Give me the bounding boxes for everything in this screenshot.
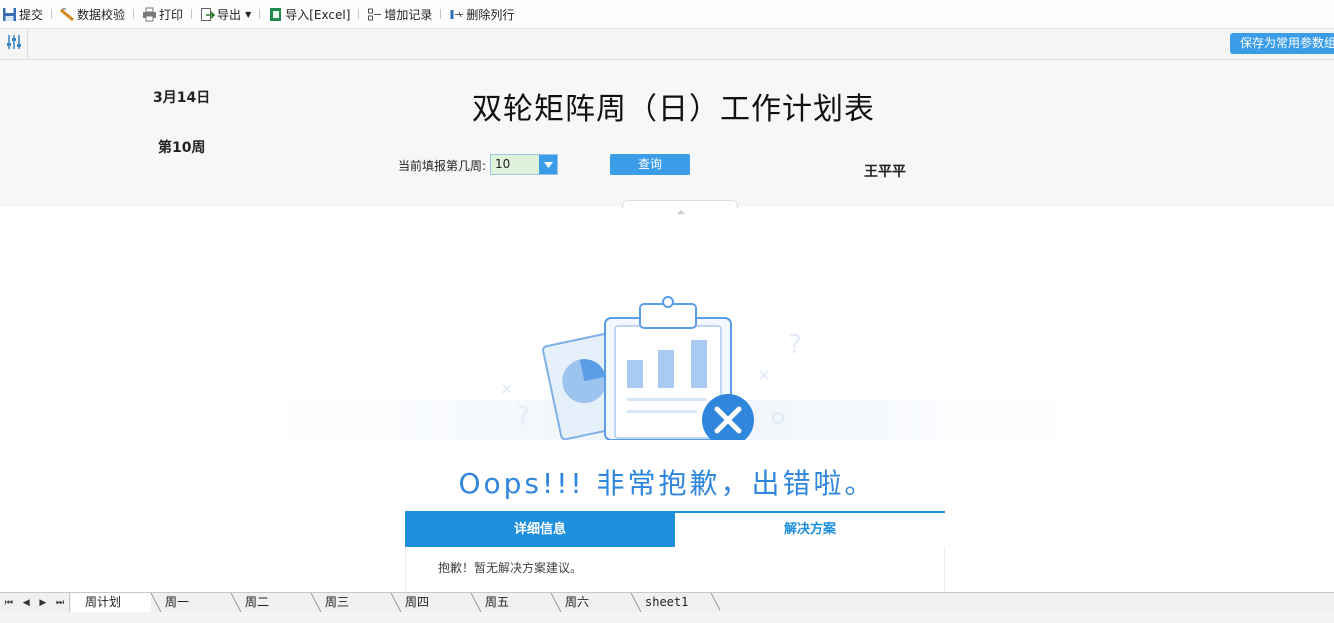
toolbar-divider bbox=[259, 9, 261, 19]
sheet-tab-label: sheet1 bbox=[645, 595, 689, 609]
chevron-down-icon: ▼ bbox=[245, 9, 252, 19]
submit-label: 提交 bbox=[19, 7, 44, 22]
error-message: 抱歉！暂无解决方案建议。 bbox=[405, 547, 945, 593]
status-bar bbox=[0, 612, 1334, 623]
sheet-tab-label: 周三 bbox=[325, 595, 350, 609]
sheet-tab-label: 周六 bbox=[565, 595, 590, 609]
week-label: 第10周 bbox=[158, 140, 206, 156]
tab-details[interactable]: 详细信息 bbox=[405, 513, 675, 547]
sheet-tab-1[interactable]: 周一 bbox=[151, 593, 231, 612]
sheet-navigation: ⏮ ◀ ▶ ⏭ bbox=[0, 593, 70, 612]
export-icon bbox=[200, 7, 216, 22]
validate-label: 数据校验 bbox=[77, 7, 126, 22]
parameter-panel: 3月14日 第10周 双轮矩阵周（日）工作计划表 当前填报第几周: 10 查询 … bbox=[0, 60, 1334, 214]
toolbar-divider bbox=[440, 9, 442, 19]
toolbar-divider bbox=[358, 9, 360, 19]
add-record-button[interactable]: 增加记录 bbox=[365, 3, 434, 25]
ruler-pencil-icon bbox=[60, 7, 75, 22]
week-select-value: 10 bbox=[495, 157, 511, 171]
save-param-group-button[interactable]: 保存为常用参数组 bbox=[1230, 33, 1334, 54]
chevron-up-icon bbox=[677, 210, 685, 214]
svg-text:×: × bbox=[757, 365, 770, 384]
import-label: 导入[Excel] bbox=[285, 7, 351, 22]
add-row-icon bbox=[367, 7, 382, 22]
sheet-tab-6[interactable]: 周六 bbox=[551, 593, 631, 612]
printer-icon bbox=[142, 7, 157, 22]
svg-text:?: ? bbox=[516, 402, 530, 432]
next-sheet-icon[interactable]: ▶ bbox=[39, 598, 46, 608]
delete-row-label: 删除列行 bbox=[466, 7, 515, 22]
error-illustration: ? ? × × bbox=[270, 290, 1070, 446]
error-heading: Oops!!! 非常抱歉，出错啦。 bbox=[458, 467, 876, 500]
sheet-tab-3[interactable]: 周三 bbox=[311, 593, 391, 612]
parameter-bar: 保存为常用参数组 bbox=[0, 29, 1334, 60]
sheet-tab-2[interactable]: 周二 bbox=[231, 593, 311, 612]
sheet-tab-label: 周一 bbox=[165, 595, 190, 609]
sheet-tab-5[interactable]: 周五 bbox=[471, 593, 551, 612]
submit-button[interactable]: 提交 bbox=[0, 3, 45, 25]
sheet-tab-label: 周四 bbox=[405, 595, 430, 609]
user-name: 王平平 bbox=[864, 164, 906, 180]
sheet-tab-label: 周二 bbox=[245, 595, 270, 609]
sheet-tab-4[interactable]: 周四 bbox=[391, 593, 471, 612]
parameter-toggle-button[interactable] bbox=[0, 29, 28, 59]
week-select[interactable]: 10 bbox=[490, 154, 558, 175]
toolbar-divider bbox=[51, 9, 53, 19]
toolbar-divider bbox=[133, 9, 135, 19]
export-label: 导出 bbox=[217, 7, 242, 22]
sliders-icon bbox=[6, 34, 22, 54]
last-sheet-icon[interactable]: ⏭ bbox=[56, 598, 64, 608]
chevron-down-icon[interactable] bbox=[539, 155, 557, 174]
export-button[interactable]: 导出 ▼ bbox=[198, 3, 253, 25]
toolbar-divider bbox=[191, 9, 193, 19]
tab-solution[interactable]: 解决方案 bbox=[675, 513, 945, 547]
collapse-panel-handle[interactable] bbox=[622, 200, 738, 214]
svg-text:?: ? bbox=[788, 330, 802, 360]
print-button[interactable]: 打印 bbox=[140, 3, 185, 25]
error-tabs: 详细信息 解决方案 bbox=[405, 511, 945, 547]
sheet-tab-label: 周计划 bbox=[85, 595, 122, 609]
first-sheet-icon[interactable]: ⏮ bbox=[5, 598, 13, 608]
delete-row-icon bbox=[449, 7, 464, 22]
prev-sheet-icon[interactable]: ◀ bbox=[23, 598, 30, 608]
print-label: 打印 bbox=[159, 7, 184, 22]
date-label: 3月14日 bbox=[153, 90, 211, 106]
save-icon bbox=[2, 7, 17, 22]
query-button[interactable]: 查询 bbox=[610, 154, 690, 175]
sheet-tab-label: 周五 bbox=[485, 595, 510, 609]
import-excel-button[interactable]: 导入[Excel] bbox=[266, 3, 352, 25]
sheet-tab-0[interactable]: 周计划 bbox=[71, 593, 151, 612]
add-record-label: 增加记录 bbox=[384, 7, 433, 22]
svg-text:×: × bbox=[500, 379, 513, 398]
sheet-tab-bar: ⏮ ◀ ▶ ⏭ 周计划 周一 周二 周三 周四 周五 周六 sheet1 bbox=[0, 592, 1334, 613]
week-query-label: 当前填报第几周: bbox=[398, 159, 487, 173]
sheet-tab-7[interactable]: sheet1 bbox=[631, 593, 721, 612]
excel-icon bbox=[268, 7, 283, 22]
validate-button[interactable]: 数据校验 bbox=[58, 3, 127, 25]
report-title: 双轮矩阵周（日）工作计划表 bbox=[472, 92, 875, 127]
delete-row-button[interactable]: 删除列行 bbox=[447, 3, 516, 25]
toolbar: 提交 数据校验 打印 导出 ▼ 导入[Excel] 增加记录 删除列行 bbox=[0, 0, 1334, 29]
